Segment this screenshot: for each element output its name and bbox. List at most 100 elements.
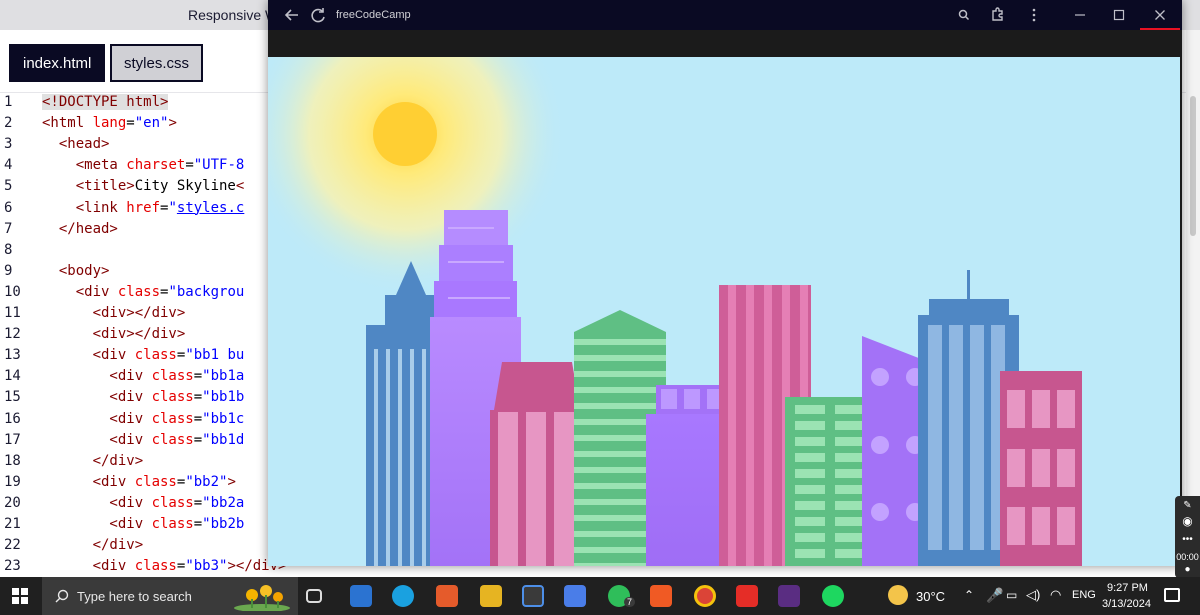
- code-token: <body>: [42, 262, 110, 279]
- language-indicator[interactable]: ENG: [1072, 589, 1096, 601]
- code-token: <div: [42, 516, 152, 532]
- code-line[interactable]: <meta charset="UTF-8: [42, 157, 245, 174]
- file-explorer-icon[interactable]: [480, 585, 502, 607]
- battery-icon[interactable]: ▭: [1006, 588, 1017, 602]
- weather-temp: 30°C: [916, 589, 946, 604]
- taskbar-search-box[interactable]: Type here to search: [42, 577, 298, 615]
- code-line[interactable]: </div>: [42, 537, 144, 553]
- microphone-icon[interactable]: ●: [1175, 564, 1200, 575]
- code-line[interactable]: <div class="bb1a: [42, 368, 244, 384]
- line-number: 20: [4, 494, 21, 511]
- code-token: <link: [42, 199, 127, 216]
- more-icon[interactable]: [1024, 5, 1044, 25]
- back-arrow-icon[interactable]: [282, 5, 302, 25]
- code-line[interactable]: <link href="styles.c: [42, 199, 245, 216]
- sun: [373, 102, 437, 166]
- code-line[interactable]: <div class="bb3"></div>: [42, 558, 287, 575]
- code-line[interactable]: <body>: [42, 262, 110, 279]
- code-token: =: [193, 389, 203, 406]
- notifications-icon[interactable]: [1164, 588, 1180, 602]
- code-token: =: [193, 410, 203, 427]
- task-view-icon[interactable]: [306, 589, 322, 603]
- store-icon[interactable]: [564, 585, 586, 607]
- tab-styles-css[interactable]: styles.css: [110, 44, 204, 82]
- code-line[interactable]: <div class="bb2">: [42, 474, 236, 490]
- volume-icon[interactable]: ◁): [1026, 587, 1040, 603]
- code-line[interactable]: <div class="bb1 bu: [42, 347, 245, 363]
- code-token: =: [185, 157, 194, 174]
- line-number: 2: [4, 115, 13, 132]
- line-number: 15: [4, 389, 21, 406]
- media-player-icon[interactable]: [522, 585, 544, 607]
- code-line[interactable]: <div class="bb2a: [42, 495, 244, 511]
- recorder-widget[interactable]: ✎ ◉ ••• 00:00 ●: [1175, 496, 1200, 578]
- code-line[interactable]: <div class="bb1b: [42, 389, 244, 405]
- davinci-resolve-icon[interactable]: [778, 585, 800, 607]
- code-token: <div: [42, 473, 135, 490]
- code-line[interactable]: <html lang="en">: [42, 115, 177, 131]
- youtube-icon[interactable]: [736, 585, 758, 607]
- code-token: <div: [42, 283, 118, 300]
- code-token: class: [151, 368, 194, 385]
- code-line[interactable]: </div>: [42, 453, 144, 469]
- code-line[interactable]: </head>: [42, 221, 118, 237]
- windows-start-icon[interactable]: [12, 588, 28, 604]
- chevron-up-icon[interactable]: ⌃: [964, 588, 974, 602]
- line-number: 5: [4, 178, 13, 195]
- building-pink-left: [490, 362, 581, 566]
- code-token: <title>: [42, 178, 135, 195]
- code-line[interactable]: <div></div>: [42, 305, 186, 321]
- line-number: 13: [4, 347, 21, 364]
- code-line[interactable]: <div class="bb1c: [42, 411, 244, 427]
- tab-index-html[interactable]: index.html: [9, 44, 106, 82]
- editor-scrollbar[interactable]: [1186, 30, 1200, 576]
- spotify-icon[interactable]: [822, 585, 844, 607]
- code-line[interactable]: <div></div>: [42, 326, 186, 342]
- code-line[interactable]: <div class="bb1d: [42, 432, 244, 448]
- code-token: "backgrou: [168, 283, 245, 300]
- code-token: charset: [126, 157, 186, 174]
- extensions-icon[interactable]: [988, 5, 1008, 25]
- code-token: <div: [42, 410, 152, 427]
- wifi-icon[interactable]: ◠: [1050, 587, 1061, 603]
- more-dots-icon[interactable]: •••: [1175, 534, 1200, 545]
- code-line[interactable]: <title>City Skyline<: [42, 178, 245, 195]
- camera-icon[interactable]: ◉: [1175, 514, 1200, 528]
- zoom-icon[interactable]: [954, 5, 974, 25]
- maximize-icon[interactable]: [1109, 5, 1129, 25]
- code-line[interactable]: <div class="bb2b: [42, 516, 244, 532]
- preview-scroll-strip: [1180, 57, 1182, 566]
- code-token: >: [168, 115, 177, 132]
- brave-icon-2[interactable]: [650, 585, 672, 607]
- refresh-icon[interactable]: [308, 5, 328, 25]
- line-number: 11: [4, 305, 21, 321]
- code-token: class: [151, 494, 194, 511]
- code-token: "bb1b: [202, 389, 245, 406]
- code-token: =: [193, 368, 203, 385]
- rdp-app-icon[interactable]: [350, 585, 372, 607]
- code-token: <div: [42, 494, 152, 511]
- line-number: 22: [4, 537, 21, 554]
- code-token: class: [151, 516, 194, 532]
- pen-icon[interactable]: ✎: [1175, 500, 1200, 511]
- code-line[interactable]: <div class="backgrou: [42, 283, 245, 300]
- clock-time[interactable]: 9:27 PM: [1107, 582, 1148, 594]
- close-icon[interactable]: [1150, 5, 1170, 25]
- microphone-tray-icon[interactable]: 🎤: [986, 587, 1003, 604]
- minimize-icon[interactable]: [1070, 5, 1090, 25]
- code-token: "bb1a: [202, 368, 245, 385]
- city-skyline-preview: [268, 57, 1180, 566]
- code-line[interactable]: <head>: [42, 136, 110, 152]
- line-number: 16: [4, 410, 21, 427]
- code-token: <div: [42, 558, 135, 575]
- code-token: </head>: [42, 220, 118, 237]
- editor-header-title: Responsive W: [188, 7, 279, 23]
- edge-browser-icon[interactable]: [392, 585, 414, 607]
- code-line[interactable]: <!DOCTYPE html>: [42, 94, 169, 110]
- chrome-icon[interactable]: [694, 585, 716, 607]
- brave-browser-icon[interactable]: [436, 585, 458, 607]
- code-token: =: [193, 494, 203, 511]
- clock-date[interactable]: 3/13/2024: [1102, 598, 1151, 610]
- code-token: "bb3": [185, 558, 228, 575]
- editor-scrollbar-thumb[interactable]: [1190, 96, 1196, 236]
